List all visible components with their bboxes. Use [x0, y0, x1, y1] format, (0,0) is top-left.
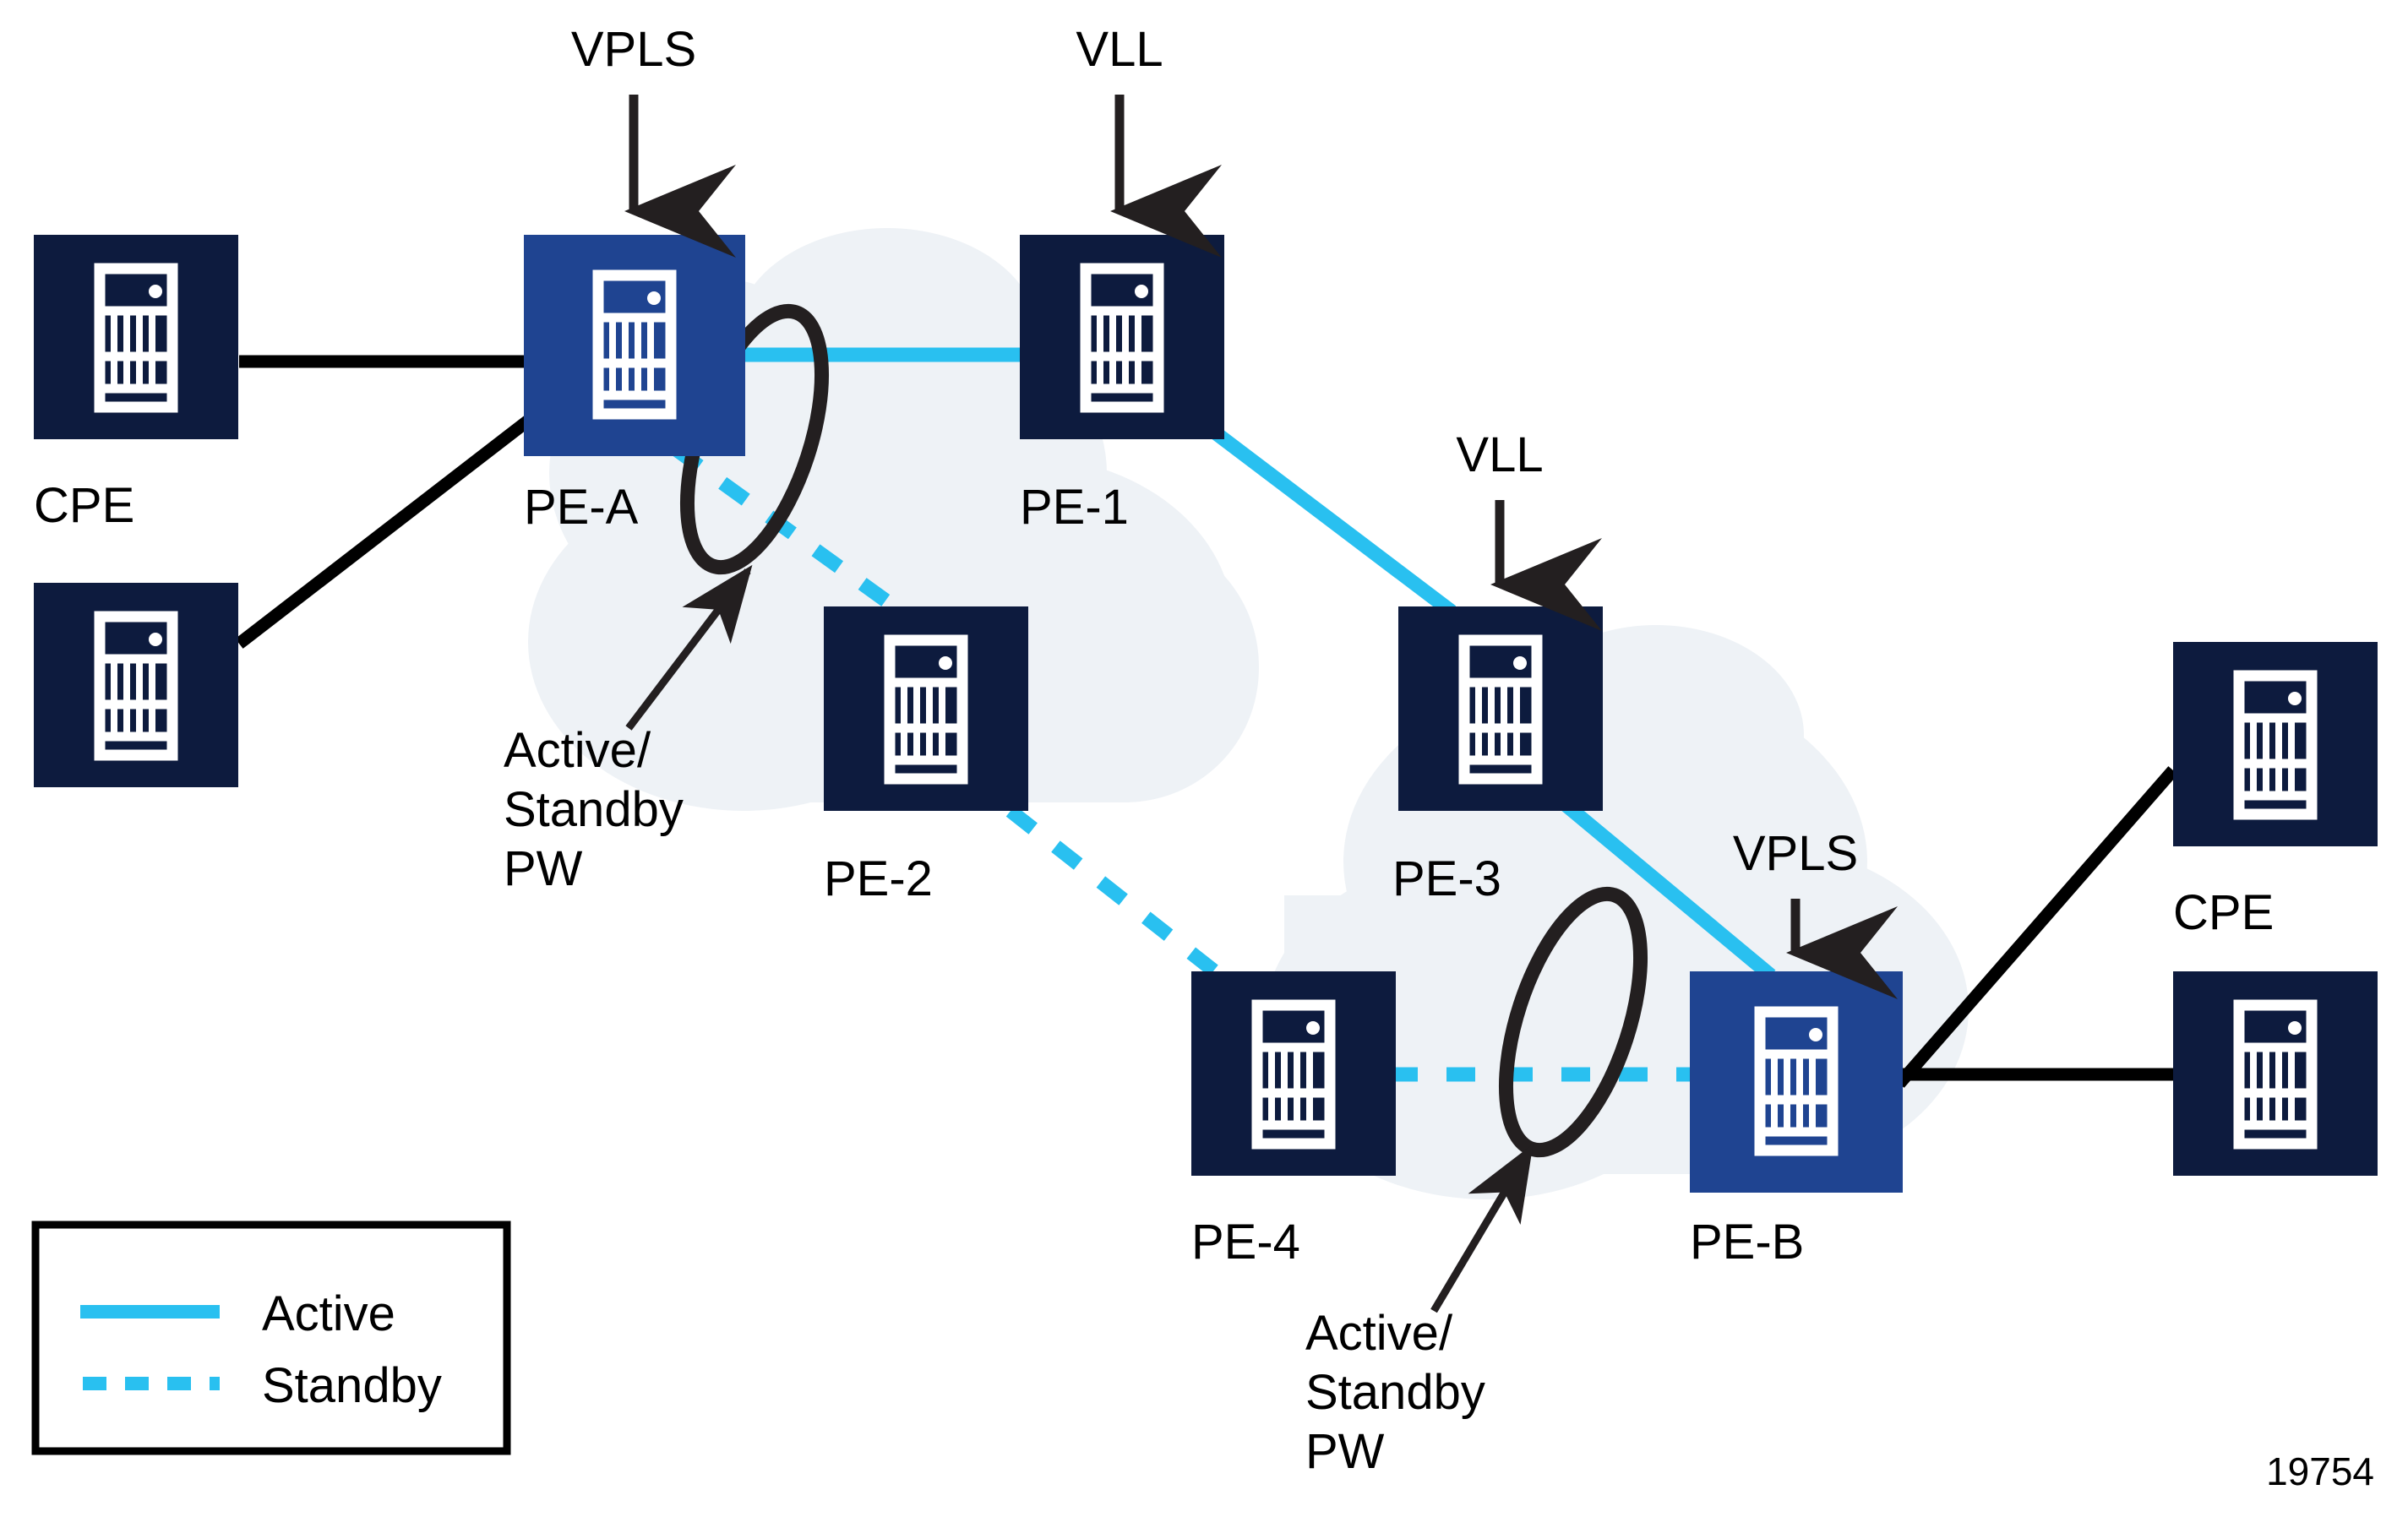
node-cpe-right-bottom[interactable]	[2173, 971, 2378, 1176]
node-pe-b[interactable]	[1690, 971, 1903, 1193]
node-cpe-left-bottom[interactable]	[34, 583, 238, 787]
node-label-pe-1: PE-1	[1020, 480, 1129, 535]
callout-vll-pe-3: VLL	[1456, 427, 1602, 631]
node-pe-2[interactable]	[824, 606, 1028, 811]
callout-label-vll-pe-3: VLL	[1456, 427, 1543, 482]
link-active-pe-1-to-pe-3	[1210, 427, 1457, 617]
node-cpe-right-top[interactable]	[2173, 642, 2378, 846]
node-label-cpe-right: CPE	[2173, 885, 2274, 940]
annotation-line-2-top: Standby	[504, 782, 684, 837]
link-cpe-left-bottom-to-pe-a	[235, 416, 532, 649]
network-diagram: CPE PE-A PE-1 PE-2 PE-3 PE-4 PE-B CPE VP…	[31, 22, 2378, 1493]
callout-vpls-pe-a: VPLS	[571, 22, 736, 258]
annotation-line-1-top: Active/	[504, 723, 651, 778]
node-label-pe-b: PE-B	[1690, 1215, 1804, 1270]
legend: Active Standby	[31, 1221, 511, 1455]
callout-label-vpls-pe-b: VPLS	[1733, 826, 1858, 881]
annotation-line-3-top: PW	[504, 841, 583, 896]
node-cpe-left-top[interactable]	[34, 235, 238, 439]
node-pe-1[interactable]	[1020, 235, 1224, 439]
link-pe-b-to-cpe-right-top	[1894, 766, 2178, 1088]
callout-label-vpls-pe-a: VPLS	[571, 22, 696, 77]
node-label-cpe-left: CPE	[34, 478, 134, 533]
diagram-canvas: CPE PE-A PE-1 PE-2 PE-3 PE-4 PE-B CPE VP…	[0, 0, 2408, 1517]
annotation-line-3-bottom: PW	[1305, 1424, 1385, 1479]
callout-vll-pe-1: VLL	[1076, 22, 1222, 258]
node-pe-4[interactable]	[1191, 971, 1396, 1176]
annotation-active-standby-pw-bottom: Active/ Standby PW	[1305, 1144, 1534, 1479]
node-pe-3[interactable]	[1398, 606, 1603, 811]
node-label-pe-a: PE-A	[524, 480, 639, 535]
annotation-line-1-bottom: Active/	[1305, 1306, 1453, 1361]
legend-label-standby: Standby	[262, 1358, 442, 1413]
node-label-pe-2: PE-2	[824, 851, 933, 906]
callout-label-vll-pe-1: VLL	[1076, 22, 1163, 77]
annotation-line-2-bottom: Standby	[1305, 1365, 1485, 1420]
legend-label-active: Active	[262, 1286, 395, 1341]
node-label-pe-3: PE-3	[1392, 851, 1501, 906]
node-pe-a[interactable]	[524, 235, 745, 456]
figure-id: 19754	[2266, 1449, 2374, 1493]
node-label-pe-4: PE-4	[1191, 1215, 1300, 1270]
link-standby-pe-2-to-pe-4	[1005, 805, 1222, 979]
